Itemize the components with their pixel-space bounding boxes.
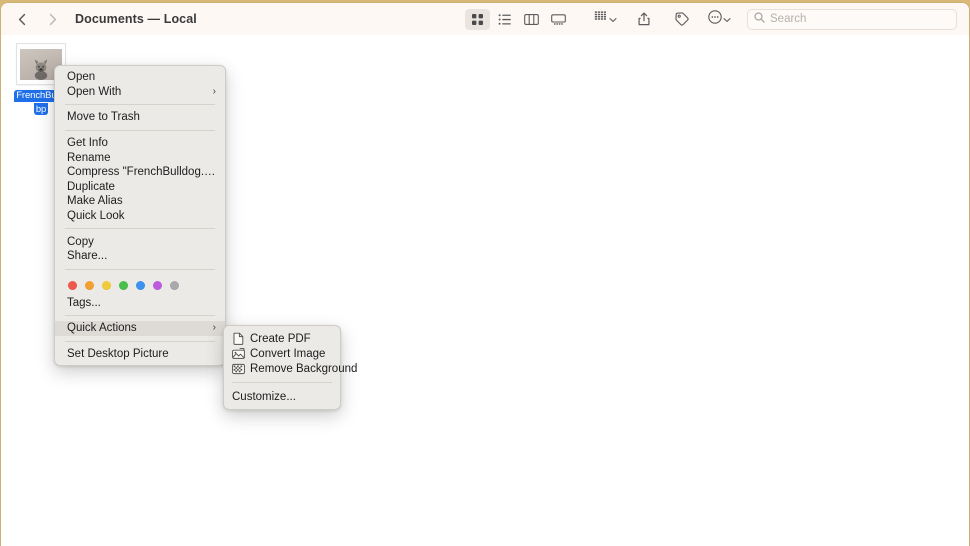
menu-item-copy[interactable]: Copy: [55, 234, 225, 249]
tag-button[interactable]: [669, 9, 694, 30]
submenu-item-label: Create PDF: [250, 332, 311, 345]
menu-item-label: Quick Actions: [67, 322, 137, 335]
file-label-line-2: bp: [33, 103, 49, 115]
gallery-view-button[interactable]: [546, 9, 571, 30]
search-input[interactable]: Search: [747, 8, 957, 30]
toolbar-right-controls: Search: [464, 3, 969, 35]
gallery-icon: [551, 13, 566, 26]
menu-separator-5: [65, 315, 215, 317]
tag-dot-green[interactable]: [119, 280, 128, 290]
menu-item-label: Set Desktop Picture: [67, 348, 169, 361]
search-placeholder: Search: [770, 13, 807, 25]
columns-icon: [524, 13, 539, 26]
more-options-button[interactable]: [706, 9, 733, 30]
menu-item-quick-look[interactable]: Quick Look: [55, 209, 225, 224]
context-menu: Open Open With › Move to Trash Get Info …: [54, 65, 226, 367]
menu-item-label: Duplicate: [67, 180, 115, 193]
menu-item-label: Open With: [67, 85, 122, 98]
menu-item-label: Copy: [67, 235, 94, 248]
tag-dot-blue[interactable]: [136, 280, 145, 290]
window-toolbar: Documents — Local Search: [1, 3, 969, 36]
photo-convert-icon: [232, 347, 245, 360]
submenu-separator: [232, 382, 332, 383]
submenu-item-convert-image[interactable]: Convert Image: [224, 346, 340, 361]
tag-dot-yellow[interactable]: [102, 280, 111, 290]
menu-item-quick-actions[interactable]: Quick Actions ›: [55, 321, 225, 336]
menu-item-compress[interactable]: Compress "FrenchBulldog.webp": [55, 165, 225, 180]
navigation-arrows: [11, 8, 63, 30]
circle-ellipsis-icon: [708, 9, 722, 29]
quick-actions-submenu: Create PDF Convert Image Remove Backgrou…: [223, 325, 357, 410]
menu-item-label: Open: [67, 71, 96, 84]
menu-item-label: Tags...: [67, 296, 101, 309]
menu-separator-6: [65, 340, 215, 342]
menu-item-move-to-trash[interactable]: Move to Trash: [55, 110, 225, 125]
submenu-item-label: Remove Background: [250, 362, 358, 375]
document-icon: [232, 332, 245, 345]
menu-item-label: Make Alias: [67, 195, 123, 208]
menu-item-get-info[interactable]: Get Info: [55, 136, 225, 151]
menu-separator-2: [65, 129, 215, 131]
tag-color-row: [55, 275, 225, 296]
search-icon: [754, 10, 765, 28]
chevron-right-icon-2: ›: [212, 322, 216, 334]
menu-item-make-alias[interactable]: Make Alias: [55, 194, 225, 209]
menu-item-set-desktop-picture[interactable]: Set Desktop Picture: [55, 347, 225, 362]
menu-item-tags[interactable]: Tags...: [55, 296, 225, 311]
menu-item-open[interactable]: Open: [55, 70, 225, 85]
share-icon: [638, 12, 650, 26]
menu-item-rename[interactable]: Rename: [55, 150, 225, 165]
tag-dot-gray[interactable]: [170, 280, 179, 290]
forward-button[interactable]: [41, 8, 63, 30]
menu-item-label: Move to Trash: [67, 111, 140, 124]
group-icon: [594, 10, 608, 28]
list-view-button[interactable]: [492, 9, 517, 30]
menu-separator-3: [65, 228, 215, 230]
submenu-item-customize[interactable]: Customize...: [224, 389, 340, 404]
tag-dot-orange[interactable]: [85, 280, 94, 290]
chevron-right-icon: ›: [212, 85, 216, 97]
tag-dot-purple[interactable]: [153, 280, 162, 290]
submenu-item-label: Convert Image: [250, 347, 326, 360]
icon-view-button[interactable]: [465, 8, 490, 30]
submenu-item-remove-background[interactable]: Remove Background: [224, 361, 357, 376]
remove-background-icon: [232, 362, 245, 375]
tag-dot-red[interactable]: [68, 280, 77, 290]
menu-separator-4: [65, 268, 215, 270]
submenu-item-label: Customize...: [232, 390, 296, 403]
menu-item-share[interactable]: Share...: [55, 249, 225, 264]
back-button[interactable]: [11, 8, 33, 30]
window-title: Documents — Local: [75, 12, 197, 26]
column-view-button[interactable]: [519, 9, 544, 30]
share-button[interactable]: [631, 9, 656, 30]
menu-item-label: Share...: [67, 250, 108, 263]
menu-item-label: Rename: [67, 151, 111, 164]
menu-item-duplicate[interactable]: Duplicate: [55, 180, 225, 195]
menu-separator: [65, 104, 215, 106]
tag-icon: [674, 12, 689, 26]
menu-item-label: Compress "FrenchBulldog.webp": [67, 166, 216, 179]
file-browser-content[interactable]: FrenchBulld bp Open Open With › Move to …: [1, 35, 969, 546]
menu-item-open-with[interactable]: Open With ›: [55, 85, 225, 100]
list-icon: [498, 13, 512, 26]
view-mode-group: [464, 8, 572, 30]
menu-item-label: Quick Look: [67, 210, 125, 223]
grid-icon: [471, 13, 484, 26]
menu-item-label: Get Info: [67, 137, 108, 150]
chevron-down-icon-2: [723, 10, 731, 28]
group-by-button[interactable]: [592, 9, 619, 30]
finder-window: Documents — Local Search FrenchBulld bp …: [1, 3, 969, 546]
chevron-down-icon: [609, 10, 617, 28]
submenu-item-create-pdf[interactable]: Create PDF: [224, 331, 340, 346]
